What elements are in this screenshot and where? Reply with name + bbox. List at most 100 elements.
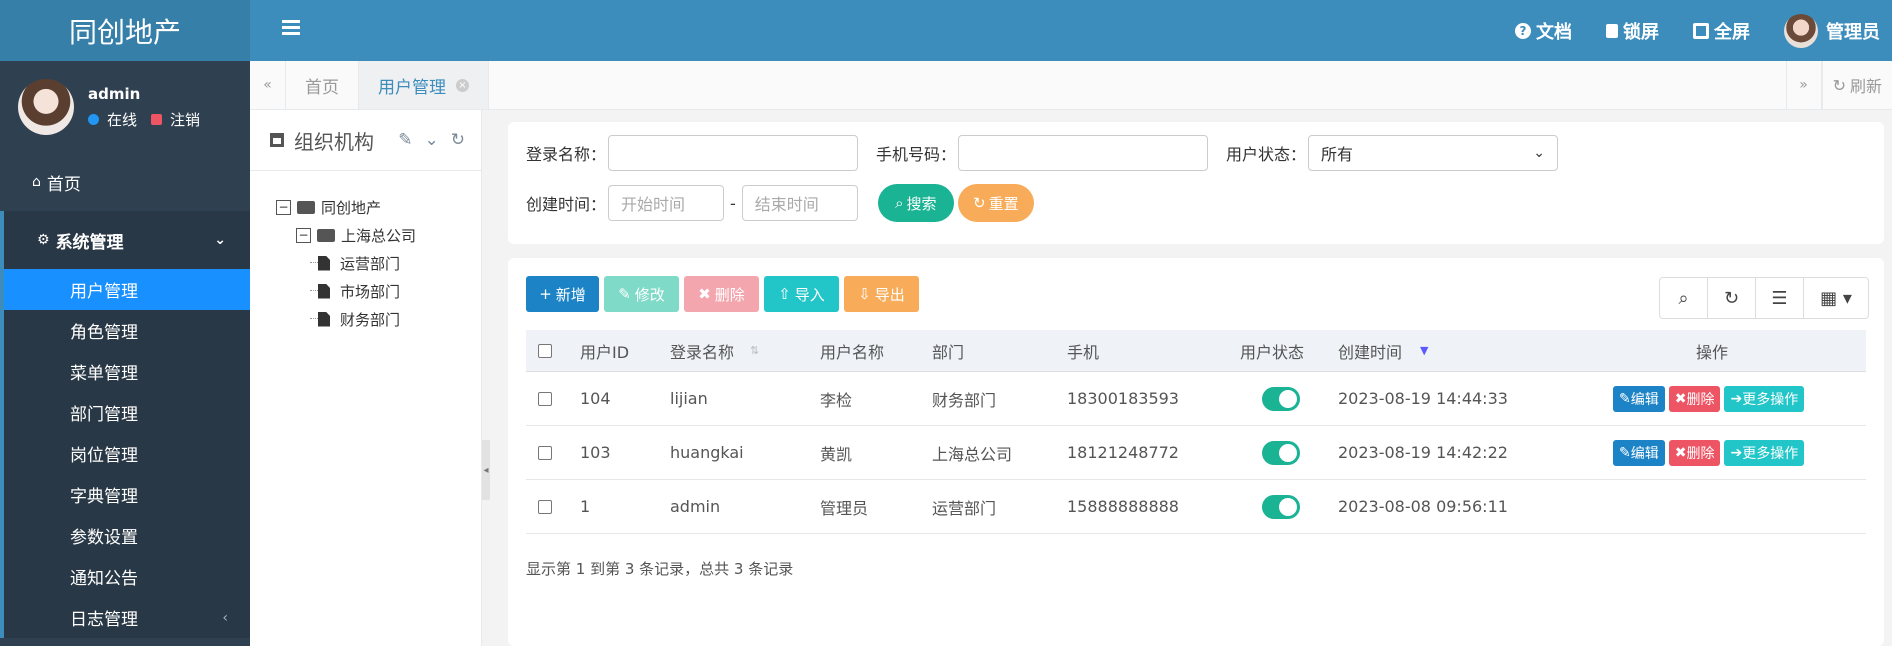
col-user-id[interactable]: 用户ID: [580, 330, 629, 371]
delete-label: 删除: [714, 285, 745, 304]
docs-link[interactable]: ? 文档: [1515, 18, 1572, 44]
panel-splitter-handle[interactable]: ◂: [482, 440, 490, 500]
cell-phone: 18300183593: [1067, 389, 1179, 408]
col-dept[interactable]: 部门: [932, 330, 964, 371]
sidebar-item-menus[interactable]: 菜单管理: [4, 351, 250, 392]
refresh-tab-button[interactable]: ↻ 刷新: [1821, 61, 1892, 109]
import-button[interactable]: ⇧ 导入: [764, 276, 839, 312]
range-dash: -: [730, 193, 736, 213]
row-more-button[interactable]: ➔ 更多操作: [1724, 439, 1805, 466]
tree-node-label: 同创地产: [321, 198, 382, 217]
tree-node-dept[interactable]: 运营部门: [276, 249, 481, 277]
sidebar-item-logs[interactable]: 日志管理 ‹: [4, 597, 250, 638]
close-icon: ✖: [1674, 444, 1687, 461]
status-toggle[interactable]: [1262, 386, 1300, 411]
add-label: 新增: [555, 285, 586, 304]
table-row: 103 huangkai 黄凯 上海总公司 18121248772 2023-0…: [526, 426, 1866, 480]
user-menu[interactable]: 管理员: [1784, 13, 1880, 48]
col-login-name[interactable]: 登录名称 ⇅: [670, 330, 759, 371]
sidebar-item-notices[interactable]: 通知公告: [4, 556, 250, 597]
user-table-card: + 新增 ✎ 修改 ✖ 删除 ⇧ 导入 ⇩ 导出 ⌕ ↻ ☰ ▦ ▾ 用户ID 登录名称 …: [508, 258, 1884, 646]
tree-node-dept[interactable]: 市场部门: [276, 277, 481, 305]
tab-home[interactable]: 首页: [286, 61, 359, 109]
row-checkbox[interactable]: [538, 499, 552, 514]
collapse-icon[interactable]: −: [296, 227, 311, 243]
refresh-table-button[interactable]: ↻: [1708, 278, 1756, 318]
tree-node-root[interactable]: − 同创地产: [276, 193, 481, 221]
menu-toggle-icon[interactable]: [282, 20, 300, 36]
col-status[interactable]: 用户状态: [1240, 330, 1304, 371]
tree-node-dept[interactable]: 财务部门: [276, 305, 481, 333]
cell-phone: 15888888888: [1067, 497, 1179, 516]
row-checkbox[interactable]: [538, 445, 552, 460]
end-time-input[interactable]: 结束时间: [741, 185, 858, 221]
cell-created: 2023-08-19 14:44:33: [1338, 389, 1508, 408]
op-label: 删除: [1686, 445, 1715, 462]
refresh-icon: ↻: [1832, 75, 1846, 95]
lock-screen-link[interactable]: 锁屏: [1606, 18, 1659, 44]
sidebar-item-params[interactable]: 参数设置: [4, 515, 250, 556]
delete-button[interactable]: ✖ 删除: [684, 276, 759, 312]
edit-button[interactable]: ✎ 修改: [604, 276, 679, 312]
row-edit-button[interactable]: ✎ 编辑: [1613, 439, 1665, 466]
cell-id: 103: [580, 443, 611, 462]
export-button[interactable]: ⇩ 导出: [844, 276, 919, 312]
sidebar-item-roles[interactable]: 角色管理: [4, 310, 250, 351]
add-button[interactable]: + 新增: [526, 276, 599, 312]
chevron-down-icon[interactable]: ⌄: [425, 130, 439, 150]
phone-input[interactable]: [958, 135, 1209, 171]
op-label: 编辑: [1630, 391, 1659, 408]
tab-user-management[interactable]: 用户管理 ×: [359, 61, 489, 109]
status-toggle[interactable]: [1262, 494, 1300, 519]
org-tree: − 同创地产 − 上海总公司 运营部门 市场部门 财务部门: [250, 171, 481, 333]
select-all-checkbox[interactable]: [538, 343, 552, 358]
col-created[interactable]: 创建时间 ▼: [1338, 330, 1428, 371]
login-name-label: 登录名称：: [526, 145, 607, 164]
toggle-view-button[interactable]: ☰: [1756, 278, 1804, 318]
col-user-name[interactable]: 用户名称: [820, 330, 884, 371]
search-toggle-button[interactable]: ⌕: [1660, 278, 1708, 318]
tabs-scroll-left-button[interactable]: «: [250, 61, 286, 109]
fullscreen-label: 全屏: [1714, 21, 1750, 43]
sidebar-item-posts[interactable]: 岗位管理: [4, 433, 250, 474]
row-checkbox[interactable]: [538, 391, 552, 406]
online-status: 在线: [107, 110, 138, 129]
login-name-input[interactable]: [608, 135, 859, 171]
cell-dept: 上海总公司: [932, 444, 1013, 464]
close-icon[interactable]: ×: [456, 78, 469, 92]
user-status-select[interactable]: 所有 ⌄: [1308, 135, 1559, 171]
edit-icon[interactable]: ✎: [398, 130, 412, 150]
lock-icon: [1606, 23, 1618, 38]
sidebar-item-depts[interactable]: 部门管理: [4, 392, 250, 433]
app-logo[interactable]: 同创地产: [0, 0, 250, 61]
sidebar-group-system[interactable]: ⚙ 系统管理 ⌄: [0, 211, 250, 269]
sidebar-item-users[interactable]: 用户管理: [4, 269, 250, 310]
lock-label: 锁屏: [1623, 21, 1659, 43]
sidebar-item-home[interactable]: ⌂ 首页: [0, 153, 250, 211]
cell-dept: 财务部门: [932, 390, 997, 410]
tree-node-company[interactable]: − 上海总公司: [276, 221, 481, 249]
org-tree-panel: 组织机构 ✎ ⌄ ↻ − 同创地产 − 上海总公司 运营部门 市场部门 财务部门: [250, 110, 482, 646]
fullscreen-link[interactable]: 全屏: [1693, 18, 1750, 44]
columns-button[interactable]: ▦ ▾: [1804, 278, 1868, 318]
col-phone[interactable]: 手机: [1067, 330, 1099, 371]
row-delete-button[interactable]: ✖ 删除: [1668, 439, 1721, 466]
cell-dept: 运营部门: [932, 498, 997, 518]
folder-open-icon: [297, 200, 315, 214]
reset-button[interactable]: ↻ 重置: [957, 184, 1034, 222]
sidebar-item-dicts[interactable]: 字典管理: [4, 474, 250, 515]
sidebar-item-label: 用户管理: [70, 282, 138, 302]
chevron-down-icon: ⌄: [1533, 145, 1546, 161]
tabs-scroll-right-button[interactable]: »: [1785, 61, 1822, 109]
row-edit-button[interactable]: ✎ 编辑: [1613, 385, 1665, 412]
logout-link[interactable]: 注销: [170, 109, 200, 130]
row-more-button[interactable]: ➔ 更多操作: [1724, 385, 1805, 412]
status-toggle[interactable]: [1262, 440, 1300, 465]
collapse-icon[interactable]: −: [276, 199, 291, 215]
search-button[interactable]: ⌕ 搜索: [877, 184, 954, 222]
start-time-input[interactable]: 开始时间: [608, 185, 725, 221]
refresh-icon[interactable]: ↻: [451, 130, 465, 150]
sidebar-item-label: 菜单管理: [70, 364, 138, 384]
col-label: 登录名称: [670, 342, 735, 362]
row-delete-button[interactable]: ✖ 删除: [1668, 385, 1721, 412]
